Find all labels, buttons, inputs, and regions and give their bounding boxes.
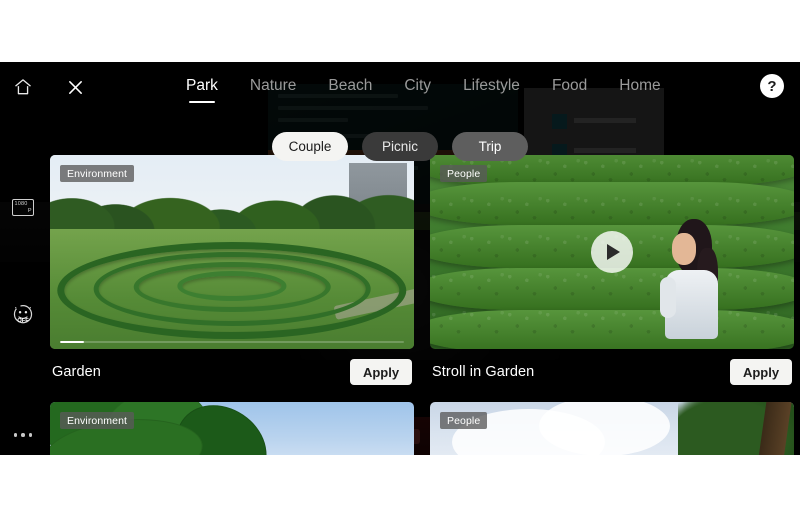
card-title: Stroll in Garden — [432, 364, 535, 380]
template-card[interactable]: Environment Garden Apply — [50, 155, 414, 395]
card-badge: Environment — [60, 412, 135, 429]
tab-label: City — [404, 77, 432, 94]
card-badge-label: People — [447, 167, 481, 180]
app-surface: Park Nature Beach City Lifestyle Food Ho… — [0, 62, 800, 455]
chip-label: Couple — [288, 139, 332, 154]
card-badge-label: Environment — [67, 167, 128, 180]
template-card[interactable]: People — [430, 402, 794, 455]
help-icon[interactable]: ? — [760, 74, 784, 98]
tab-label: Nature — [249, 77, 297, 94]
card-title: Garden — [52, 364, 101, 380]
left-tool-rail: 1080 P OFF — [0, 110, 46, 455]
tab-home[interactable]: Home — [603, 62, 676, 110]
close-icon[interactable] — [60, 72, 90, 102]
card-badge: People — [440, 412, 488, 429]
top-bar: Park Nature Beach City Lifestyle Food Ho… — [0, 62, 800, 110]
tab-label: Beach — [328, 77, 373, 94]
person-figure — [656, 219, 736, 340]
tab-label: Food — [551, 77, 588, 94]
template-card-grid: Environment Garden Apply People Stroll i… — [50, 155, 800, 455]
screenshot-root: Park Nature Beach City Lifestyle Food Ho… — [0, 0, 800, 520]
chip-label: Trip — [478, 139, 502, 154]
template-card[interactable]: Environment — [50, 402, 414, 455]
tab-park[interactable]: Park — [170, 62, 234, 110]
card-thumbnail[interactable]: People — [430, 155, 794, 349]
more-options-icon[interactable] — [8, 420, 38, 450]
card-badge: Environment — [60, 165, 135, 182]
scene-garden-maze — [50, 155, 414, 349]
chip-trip[interactable]: Trip — [452, 132, 528, 161]
help-glyph: ? — [767, 77, 777, 95]
chip-label: Picnic — [381, 139, 418, 154]
tab-city[interactable]: City — [388, 62, 447, 110]
tab-lifestyle[interactable]: Lifestyle — [447, 62, 536, 110]
tab-label: Home — [619, 77, 661, 94]
play-icon[interactable] — [591, 231, 633, 273]
card-badge-label: Environment — [67, 414, 128, 427]
home-icon[interactable] — [8, 72, 38, 102]
card-badge-label: People — [447, 414, 481, 427]
chip-picnic[interactable]: Picnic — [362, 132, 438, 161]
apply-button[interactable]: Apply — [350, 359, 412, 385]
video-progress-bar[interactable] — [60, 340, 404, 343]
template-card[interactable]: People Stroll in Garden Apply — [430, 155, 794, 395]
tab-nature[interactable]: Nature — [234, 62, 313, 110]
card-footer: Stroll in Garden Apply — [430, 349, 794, 395]
filter-chip-row: Couple Picnic Trip — [0, 132, 800, 161]
top-letterbox — [0, 0, 800, 62]
card-footer: Garden Apply — [50, 349, 414, 395]
beauty-face-icon[interactable]: OFF — [8, 300, 38, 330]
category-tabs: Park Nature Beach City Lifestyle Food Ho… — [170, 62, 677, 110]
tab-beach[interactable]: Beach — [312, 62, 388, 110]
tab-food[interactable]: Food — [536, 62, 603, 110]
card-thumbnail[interactable]: Environment — [50, 155, 414, 349]
tab-label: Park — [186, 77, 218, 94]
chip-couple[interactable]: Couple — [272, 132, 348, 161]
card-thumbnail[interactable]: Environment — [50, 402, 414, 455]
beauty-state-text: OFF — [17, 318, 29, 324]
card-thumbnail[interactable]: People — [430, 402, 794, 455]
resolution-icon[interactable]: 1080 P — [8, 192, 38, 222]
card-badge: People — [440, 165, 488, 182]
tab-label: Lifestyle — [463, 77, 520, 94]
bottom-letterbox — [0, 455, 800, 520]
resolution-value: 1080 — [14, 200, 28, 207]
resolution-suffix: P — [27, 207, 32, 214]
apply-button[interactable]: Apply — [730, 359, 792, 385]
